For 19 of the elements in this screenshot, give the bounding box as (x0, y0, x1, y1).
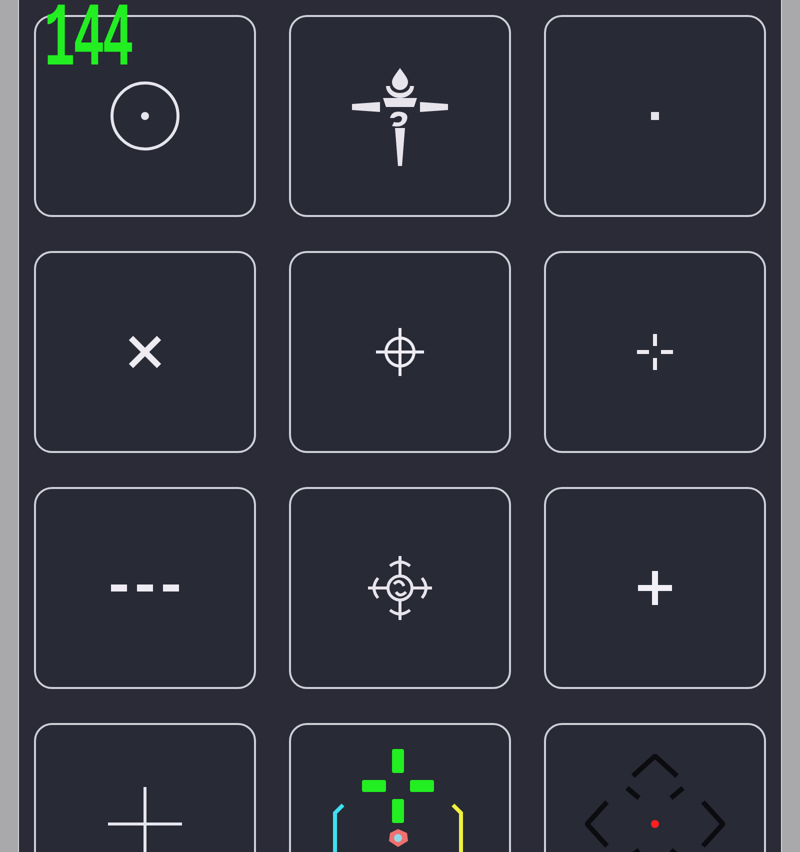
dashed-line-icon (111, 584, 179, 592)
split-crosshair-icon (637, 334, 673, 370)
plus-icon (638, 571, 672, 605)
fps-counter: 144 (44, 0, 132, 87)
crosshair-option[interactable] (544, 487, 766, 689)
crosshair-option[interactable] (289, 487, 511, 689)
scope-crosshair-icon (376, 328, 424, 376)
crosshair-option[interactable] (289, 251, 511, 453)
crosshair-option[interactable] (289, 15, 511, 217)
crosshair-option[interactable] (544, 251, 766, 453)
ornate-cross-icon (352, 66, 448, 166)
crosshair-option[interactable] (34, 251, 256, 453)
thin-crosshair-icon (108, 787, 182, 852)
crosshair-option[interactable] (544, 15, 766, 217)
x-icon (128, 335, 162, 369)
diamond-crosshair-icon (585, 754, 725, 852)
ornament-icon (368, 556, 432, 620)
crosshair-option[interactable] (34, 487, 256, 689)
circle-dot-icon (110, 81, 180, 151)
